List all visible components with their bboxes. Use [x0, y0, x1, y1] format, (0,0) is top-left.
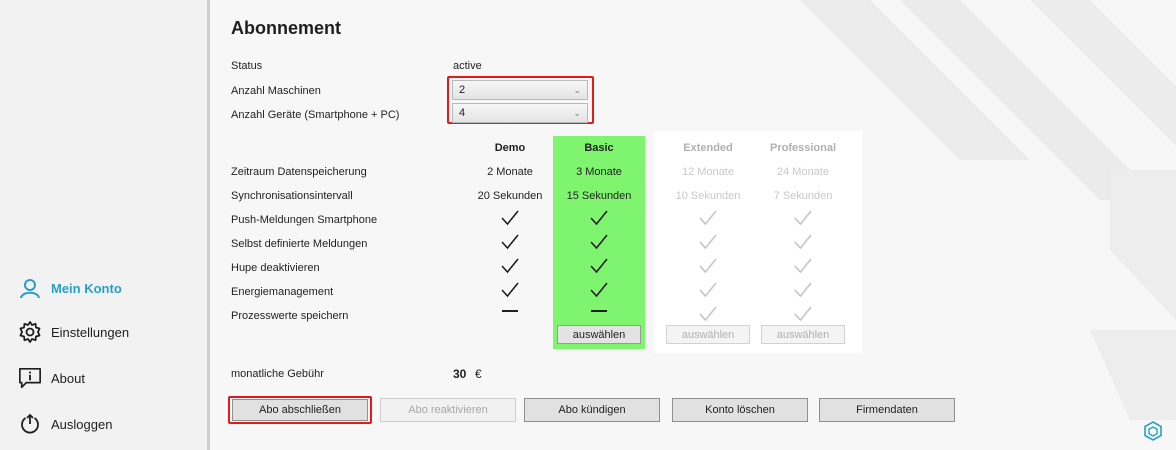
main-panel: Abonnement Status active Anzahl Maschine…: [210, 0, 1176, 450]
status-value: active: [453, 60, 482, 72]
feature-value: 10 Sekunden: [675, 190, 741, 202]
machines-dropdown-value: 2: [459, 84, 466, 96]
sidebar-item-label: Ausloggen: [51, 416, 113, 432]
feature-label: Zeitraum Datenspeicherung: [231, 166, 367, 178]
plan-header-professional: Professional: [769, 142, 837, 154]
page-title: Abonnement: [231, 18, 341, 38]
sidebar-item-label: About: [51, 370, 85, 386]
feature-label: Energiemanagement: [231, 286, 334, 298]
dash-icon: [465, 310, 555, 312]
chevron-down-icon: ⌄: [573, 84, 581, 95]
checkmark-icon: [758, 281, 848, 299]
checkmark-icon: [758, 209, 848, 227]
app-logo-icon: [1144, 421, 1162, 441]
plan-header-basic: Basic: [584, 142, 614, 154]
checkmark-icon: [554, 209, 644, 227]
cancel-subscription-button[interactable]: Abo kündigen: [524, 398, 660, 422]
feature-value: 2 Monate: [487, 166, 533, 178]
subscribe-button[interactable]: Abo abschließen: [232, 399, 368, 421]
checkmark-icon: [758, 305, 848, 323]
select-professional-button[interactable]: auswählen: [761, 325, 845, 344]
reactivate-button[interactable]: Abo reaktivieren: [380, 398, 516, 422]
sidebar-item-label: Einstellungen: [51, 324, 130, 340]
sidebar-item-label: Mein Konto: [51, 280, 122, 296]
checkmark-icon: [554, 233, 644, 251]
gear-icon: [18, 320, 42, 344]
user-icon: [18, 276, 42, 300]
checkmark-icon: [465, 257, 555, 275]
checkmark-icon: [663, 281, 753, 299]
delete-account-button[interactable]: Konto löschen: [672, 398, 808, 422]
select-extended-button[interactable]: auswählen: [666, 325, 750, 344]
sidebar-item-mein-konto[interactable]: Mein Konto: [18, 273, 122, 303]
feature-label: Selbst definierte Meldungen: [231, 238, 368, 250]
feature-value: 7 Sekunden: [773, 190, 833, 202]
checkmark-icon: [465, 209, 555, 227]
machines-dropdown[interactable]: 2 ⌄: [452, 80, 588, 100]
feature-value: 12 Monate: [682, 166, 734, 178]
devices-label: Anzahl Geräte (Smartphone + PC): [231, 109, 400, 121]
status-label: Status: [231, 60, 263, 72]
checkmark-icon: [554, 257, 644, 275]
plan-header-extended: Extended: [683, 142, 733, 154]
feature-value: 24 Monate: [777, 166, 829, 178]
devices-dropdown[interactable]: 4 ⌄: [452, 103, 588, 123]
feature-value: 3 Monate: [576, 166, 622, 178]
company-data-button[interactable]: Firmendaten: [819, 398, 955, 422]
machines-label: Anzahl Maschinen: [231, 85, 321, 97]
feature-label: Push-Meldungen Smartphone: [231, 214, 378, 226]
sidebar-item-about[interactable]: About: [18, 363, 85, 393]
fee-value: 30: [453, 367, 467, 381]
sidebar-item-einstellungen[interactable]: Einstellungen: [18, 317, 129, 347]
feature-value: 15 Sekunden: [566, 190, 632, 202]
select-basic-button[interactable]: auswählen: [557, 325, 641, 344]
fee-label: monatliche Gebühr: [231, 368, 324, 380]
plan-header-demo: Demo: [494, 142, 526, 154]
feature-label: Hupe deaktivieren: [231, 262, 320, 274]
checkmark-icon: [758, 257, 848, 275]
dash-icon: [554, 310, 644, 312]
checkmark-icon: [663, 209, 753, 227]
fee-currency: €: [475, 367, 482, 381]
checkmark-icon: [663, 305, 753, 323]
checkmark-icon: [663, 257, 753, 275]
sidebar: Mein Konto Einstellungen About Ausloggen: [0, 0, 207, 450]
info-icon: [18, 366, 42, 390]
checkmark-icon: [663, 233, 753, 251]
chevron-down-icon: ⌄: [573, 107, 581, 118]
checkmark-icon: [465, 281, 555, 299]
devices-dropdown-value: 4: [459, 107, 466, 119]
checkmark-icon: [758, 233, 848, 251]
feature-value: 20 Sekunden: [477, 190, 543, 202]
feature-label: Prozesswerte speichern: [231, 310, 349, 322]
sidebar-item-ausloggen[interactable]: Ausloggen: [18, 409, 112, 439]
checkmark-icon: [465, 233, 555, 251]
feature-label: Synchronisationsintervall: [231, 190, 353, 202]
checkmark-icon: [554, 281, 644, 299]
power-icon: [18, 412, 42, 436]
